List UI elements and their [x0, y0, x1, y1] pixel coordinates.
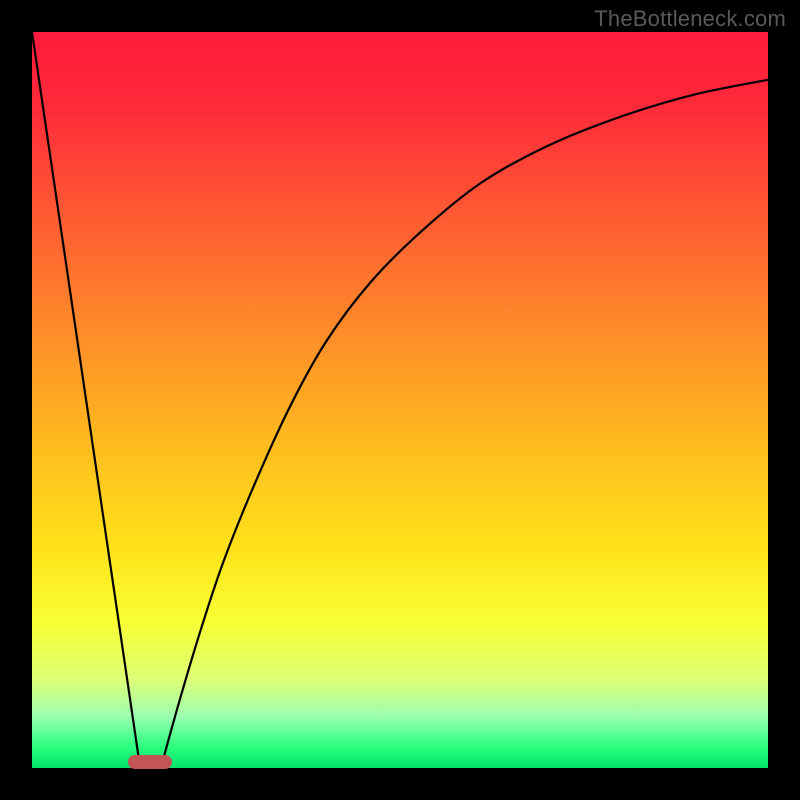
plot-area [32, 32, 768, 768]
watermark-text: TheBottleneck.com [594, 6, 786, 32]
curve-layer [32, 32, 768, 768]
right-curve [161, 80, 768, 768]
bottleneck-marker [128, 755, 172, 769]
left-line [32, 32, 140, 768]
chart-frame: TheBottleneck.com [0, 0, 800, 800]
